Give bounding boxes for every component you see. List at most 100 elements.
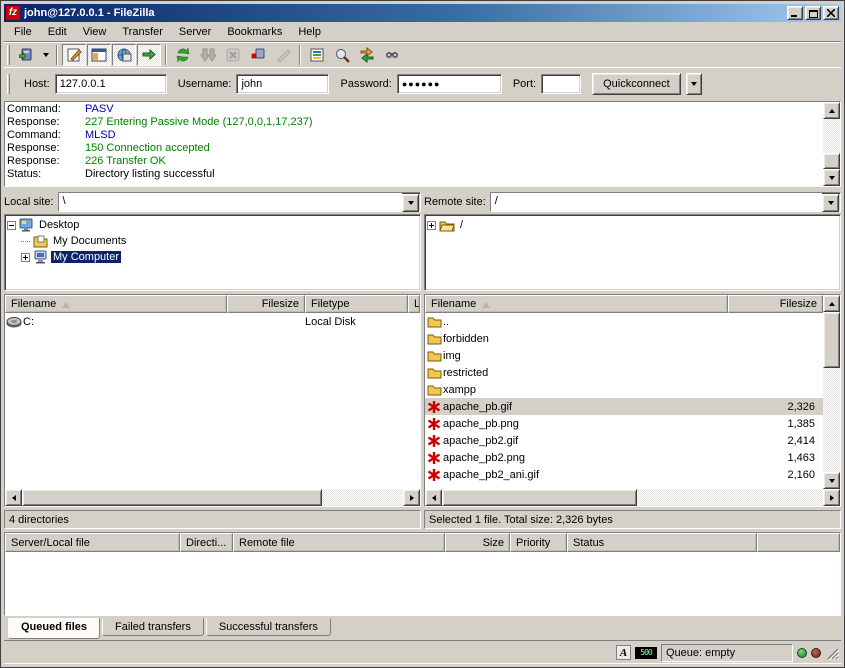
activity-led-red-icon [811, 648, 821, 658]
cancel-button[interactable] [221, 44, 245, 66]
column-header-lastmodified[interactable]: L [408, 295, 420, 313]
log-label: Command: [7, 129, 85, 142]
remote-vertical-scrollbar[interactable] [823, 295, 840, 489]
remote-horizontal-scrollbar[interactable] [425, 489, 840, 506]
message-log-lines: Command:PASV Response:227 Entering Passi… [5, 102, 823, 186]
menu-file[interactable]: File [6, 24, 40, 40]
remote-site-combo[interactable]: / [490, 192, 841, 212]
table-row[interactable]: forbidden [425, 330, 823, 347]
table-row[interactable]: xampp [425, 381, 823, 398]
scroll-down-button[interactable] [823, 169, 840, 186]
minimize-button[interactable] [787, 6, 803, 20]
toggle-local-tree-button[interactable] [87, 44, 111, 66]
quickconnect-dropdown-button[interactable] [686, 73, 702, 95]
menu-transfer[interactable]: Transfer [114, 24, 171, 40]
table-row[interactable]: restricted [425, 364, 823, 381]
table-row[interactable]: apache_pb2.png 1,463 [425, 449, 823, 466]
synchronized-browsing-button[interactable] [355, 44, 379, 66]
table-row[interactable]: C: Local Disk [5, 313, 420, 330]
close-button[interactable] [823, 6, 839, 20]
collapse-expander-icon[interactable] [7, 221, 16, 230]
expand-expander-icon[interactable] [427, 221, 436, 230]
toggle-message-log-button[interactable] [62, 44, 86, 66]
tree-item-my-computer[interactable]: My Computer [7, 249, 418, 265]
quickconnect-button[interactable]: Quickconnect [592, 73, 681, 95]
resize-grip[interactable] [825, 646, 839, 660]
password-input[interactable] [397, 74, 502, 94]
find-files-button[interactable] [380, 44, 404, 66]
local-site-combo[interactable]: \ [58, 192, 421, 212]
table-row[interactable]: apache_pb2.gif 2,414 [425, 432, 823, 449]
local-site-dropdown-button[interactable] [402, 194, 419, 212]
column-header-filesize[interactable]: Filesize [728, 295, 823, 313]
log-scroll-thumb[interactable] [823, 153, 840, 169]
disconnect-button[interactable] [246, 44, 270, 66]
scroll-right-button[interactable] [823, 489, 840, 506]
table-row[interactable]: apache_pb2_ani.gif 2,160 [425, 466, 823, 483]
column-header-filetype[interactable]: Filetype [305, 295, 408, 313]
process-queue-button[interactable] [196, 44, 220, 66]
remote-site-dropdown-button[interactable] [822, 194, 839, 212]
reconnect-button[interactable] [271, 44, 295, 66]
local-list-header: Filename Filesize Filetype L [5, 295, 420, 313]
scroll-right-button[interactable] [403, 489, 420, 506]
tab-successful-transfers[interactable]: Successful transfers [206, 618, 331, 636]
column-header-remote-file[interactable]: Remote file [233, 533, 445, 552]
column-header-priority[interactable]: Priority [510, 533, 567, 552]
menu-edit[interactable]: Edit [40, 24, 75, 40]
column-header-filename[interactable]: Filename [5, 295, 227, 313]
tree-item-my-documents[interactable]: My Documents [7, 233, 418, 249]
column-header-server-local-file[interactable]: Server/Local file [5, 533, 180, 552]
table-row[interactable]: img [425, 347, 823, 364]
toolbar-gripper[interactable] [7, 45, 10, 65]
column-header-status[interactable]: Status [567, 533, 757, 552]
refresh-button[interactable] [171, 44, 195, 66]
site-manager-button[interactable] [14, 44, 38, 66]
tab-queued-files[interactable]: Queued files [8, 618, 100, 639]
remote-hscroll-thumb[interactable] [442, 489, 637, 506]
column-header-direction[interactable]: Directi... [180, 533, 233, 552]
username-input[interactable] [236, 74, 329, 94]
sort-ascending-icon [62, 298, 70, 308]
local-hscroll-thumb[interactable] [22, 489, 322, 506]
toggle-transfer-queue-button[interactable] [137, 44, 161, 66]
directory-comparison-button[interactable] [330, 44, 354, 66]
dropdown-arrow-icon [828, 201, 834, 208]
quickconnect-gripper[interactable] [7, 74, 10, 94]
scroll-up-button[interactable] [823, 102, 840, 119]
scroll-left-button[interactable] [5, 489, 22, 506]
tree-item-desktop[interactable]: Desktop [7, 217, 418, 233]
scroll-left-button[interactable] [425, 489, 442, 506]
column-header-size[interactable]: Size [445, 533, 510, 552]
tree-item-label: / [458, 219, 465, 231]
scroll-down-button[interactable] [823, 472, 840, 489]
column-header-filename[interactable]: Filename [425, 295, 728, 313]
table-row[interactable]: apache_pb.png 1,385 [425, 415, 823, 432]
port-input[interactable] [541, 74, 581, 94]
tab-failed-transfers[interactable]: Failed transfers [102, 618, 204, 636]
menu-bookmarks[interactable]: Bookmarks [219, 24, 290, 40]
table-row[interactable]: .. [425, 313, 823, 330]
menu-view[interactable]: View [75, 24, 115, 40]
remote-tree: / [424, 214, 841, 291]
image-file-icon [427, 400, 441, 414]
log-vertical-scrollbar[interactable] [823, 102, 840, 186]
filter-button[interactable] [305, 44, 329, 66]
file-type: Local Disk [305, 316, 408, 328]
site-manager-dropdown-button[interactable] [39, 44, 52, 66]
local-site-value[interactable]: \ [59, 193, 402, 211]
file-size: 2,160 [728, 469, 823, 481]
toggle-remote-tree-button[interactable] [112, 44, 136, 66]
menu-server[interactable]: Server [171, 24, 219, 40]
local-horizontal-scrollbar[interactable] [5, 489, 420, 506]
menu-help[interactable]: Help [290, 24, 329, 40]
maximize-button[interactable] [805, 6, 821, 20]
column-header-filesize[interactable]: Filesize [227, 295, 305, 313]
remote-site-value[interactable]: / [491, 193, 822, 211]
table-row-selected[interactable]: apache_pb.gif 2,326 [425, 398, 823, 415]
scroll-up-button[interactable] [823, 295, 840, 312]
expand-expander-icon[interactable] [21, 253, 30, 262]
host-input[interactable] [55, 74, 167, 94]
remote-vscroll-thumb[interactable] [823, 312, 840, 368]
tree-item-root[interactable]: / [427, 217, 838, 233]
